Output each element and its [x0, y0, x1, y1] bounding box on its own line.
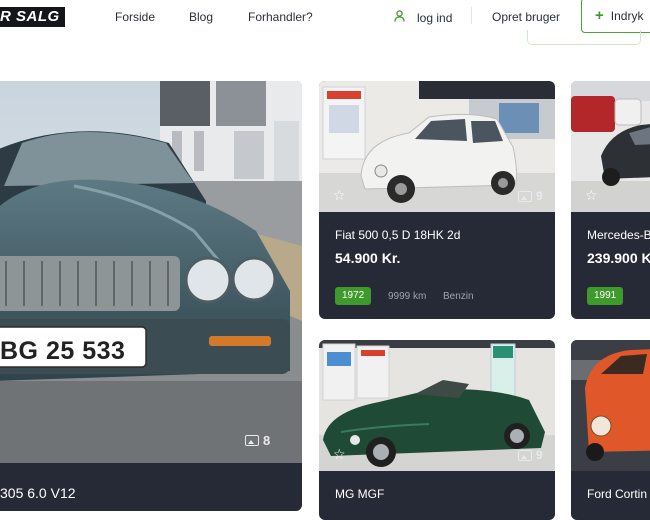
gallery-icon [245, 435, 259, 446]
filter-button-edge[interactable] [527, 30, 641, 45]
nav-blog[interactable]: Blog [189, 10, 213, 24]
listing-card[interactable]: ☆ 9 Fiat 500 0,5 D 18HK 2d 54.900 Kr. 19… [319, 81, 555, 319]
year-badge: 1991 [587, 287, 624, 305]
login-label: log ind [417, 11, 453, 25]
create-listing-button[interactable]: + Indryk [581, 0, 650, 33]
listing-price: 239.900 K [587, 250, 650, 266]
listing-card[interactable]: ☆ 9 MG MGF [319, 340, 555, 520]
listing-title: Mercedes-B [587, 228, 650, 242]
listing-title: 305 6.0 V12 [0, 485, 76, 501]
listing-card[interactable]: Ford Cortin [571, 340, 650, 520]
photo-count: 9 [518, 448, 543, 462]
year-badge: 1972 [335, 287, 372, 305]
user-icon [394, 9, 405, 27]
car-photo [0, 81, 302, 463]
listing-title: Ford Cortin [587, 487, 648, 501]
listing-title: Fiat 500 0,5 D 18HK 2d [335, 228, 461, 242]
favorite-star-icon[interactable]: ☆ [333, 447, 346, 461]
car-photo [571, 81, 650, 212]
listing-title: MG MGF [335, 487, 385, 501]
login-link[interactable]: log ind [394, 9, 452, 27]
header-divider [471, 7, 472, 24]
car-photo [571, 340, 650, 471]
mileage: 9999 km [388, 291, 427, 302]
site-logo[interactable]: R SALG [0, 7, 65, 27]
photo-count: 8 [245, 433, 270, 448]
listing-price: 54.900 Kr. [335, 250, 401, 266]
signup-link[interactable]: Opret bruger [492, 10, 560, 24]
favorite-star-icon[interactable]: ☆ [585, 188, 598, 202]
gallery-icon [518, 449, 532, 461]
favorite-star-icon[interactable]: ☆ [333, 188, 346, 202]
photo-count: 9 [518, 189, 543, 203]
create-listing-label: Indryk [610, 8, 644, 23]
nav-forhandler[interactable]: Forhandler? [248, 10, 313, 24]
featured-listing-card[interactable]: BG 25 533 8 305 6.0 V12 [0, 81, 302, 511]
site-header: R SALG Forside Blog Forhandler? log ind … [0, 0, 650, 34]
plus-icon: + [595, 7, 604, 24]
nav-forside[interactable]: Forside [115, 10, 155, 24]
gallery-icon [518, 190, 532, 202]
license-plate: BG 25 533 [0, 337, 126, 365]
fuel-type: Benzin [443, 291, 474, 302]
listing-card[interactable]: ☆ Mercedes-B 239.900 K 1991 [571, 81, 650, 319]
